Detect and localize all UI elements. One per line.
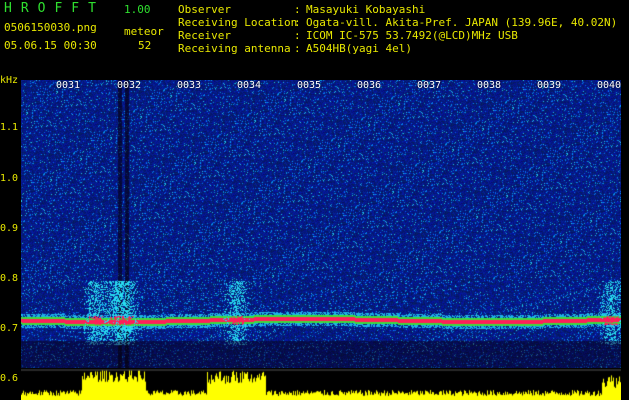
time-tick-label: 0039: [537, 80, 562, 91]
spectrogram-canvas: [21, 80, 621, 368]
y-tick-label: 1.0: [0, 173, 19, 184]
info-key: Receiver: [178, 29, 231, 42]
info-key: Observer: [178, 3, 231, 16]
info-value: ICOM IC-575 53.7492(@LCD)MHz USB: [306, 29, 518, 42]
y-tick-label: 1.1: [0, 122, 19, 133]
time-tick-label: 0032: [117, 80, 142, 91]
time-tick-label: 0035: [297, 80, 322, 91]
time-tick-label: 0033: [177, 80, 202, 91]
info-row-receiver: Receiver: ICOM IC-575 53.7492(@LCD)MHz U…: [178, 29, 518, 42]
time-tick-label: 0040: [597, 80, 622, 91]
info-value: A504HB(yagi 4el): [306, 42, 412, 55]
time-tick-label: 0037: [417, 80, 442, 91]
info-row-observer: Observer: Masayuki Kobayashi: [178, 3, 425, 16]
info-value: Masayuki Kobayashi: [306, 3, 426, 16]
info-separator: :: [294, 16, 308, 29]
info-separator: :: [294, 29, 308, 42]
info-key: Receiving Location: [178, 16, 298, 29]
time-tick-label: 0034: [237, 80, 262, 91]
info-row-antenna: Receiving antenna: A504HB(yagi 4el): [178, 42, 412, 55]
app-version: 1.00: [124, 3, 151, 16]
info-row-location: Receiving Location: Ogata-vill. Akita-Pr…: [178, 16, 617, 29]
meteor-label: meteor: [124, 25, 164, 38]
info-separator: :: [294, 42, 308, 55]
y-tick-label: 0.6: [0, 373, 19, 384]
meteor-count: 52: [138, 39, 152, 52]
time-tick-label: 0038: [477, 80, 502, 91]
frequency-axis: kHz 1.1 1.0 0.9 0.8 0.7 0.6: [0, 75, 21, 400]
file-datetime: 05.06.15 00:30: [4, 39, 97, 52]
info-separator: :: [294, 3, 308, 16]
info-key: Receiving antenna: [178, 42, 291, 55]
header-panel: HROFFT 1.00 0506150030.png meteor 05.06.…: [0, 0, 629, 75]
file-name: 0506150030.png: [4, 21, 97, 34]
info-value: Ogata-vill. Akita-Pref. JAPAN (139.96E, …: [306, 16, 618, 29]
app-title: HROFFT: [4, 1, 105, 16]
time-tick-label: 0031: [56, 80, 81, 91]
y-tick-label: 0.7: [0, 323, 19, 334]
y-tick-label: 0.9: [0, 223, 19, 234]
meteor-count-bars: [21, 368, 621, 400]
axis-unit: kHz: [0, 75, 19, 86]
y-tick-label: 0.8: [0, 273, 19, 284]
time-tick-label: 0036: [357, 80, 382, 91]
